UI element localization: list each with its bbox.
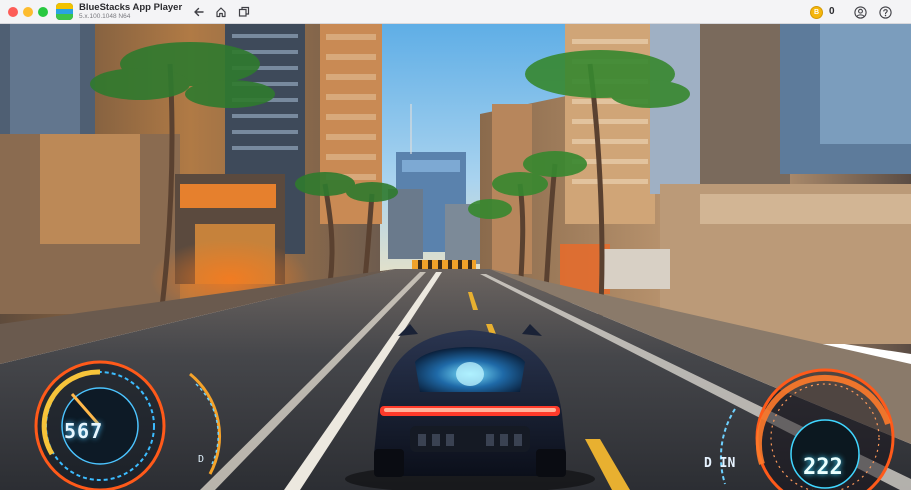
home-icon [216, 7, 226, 18]
bluestacks-logo-icon [56, 3, 73, 20]
right-hud-gear-indicator: D IN [704, 456, 736, 471]
help-icon [878, 5, 892, 19]
app-title: BlueStacks App Player [79, 2, 183, 13]
maximize-window-button[interactable] [38, 7, 48, 17]
back-button[interactable] [191, 4, 207, 20]
close-window-button[interactable] [8, 7, 18, 17]
account-button[interactable] [852, 4, 868, 20]
recent-apps-button[interactable] [236, 4, 252, 20]
right-hud-speed-value: 222 [803, 455, 843, 480]
user-icon [853, 5, 867, 19]
app-version: 5.x.100.1048 N64 [79, 13, 131, 20]
home-button[interactable] [213, 4, 229, 20]
multi-window-icon [238, 6, 250, 17]
game-viewport[interactable]: 567 D 222 D IN [0, 24, 911, 490]
arrow-left-icon [194, 7, 204, 17]
coin-icon[interactable]: B [810, 6, 823, 19]
window-title-bar: BlueStacks App Player 5.x.100.1048 N64 B… [0, 0, 911, 24]
left-hud-speed-value: 567 [64, 419, 104, 443]
help-button[interactable] [877, 4, 893, 20]
coin-count: 0 [829, 6, 835, 17]
racing-game-scene[interactable] [0, 24, 911, 490]
left-hud-gear: D [198, 454, 205, 465]
minimize-window-button[interactable] [23, 7, 33, 17]
